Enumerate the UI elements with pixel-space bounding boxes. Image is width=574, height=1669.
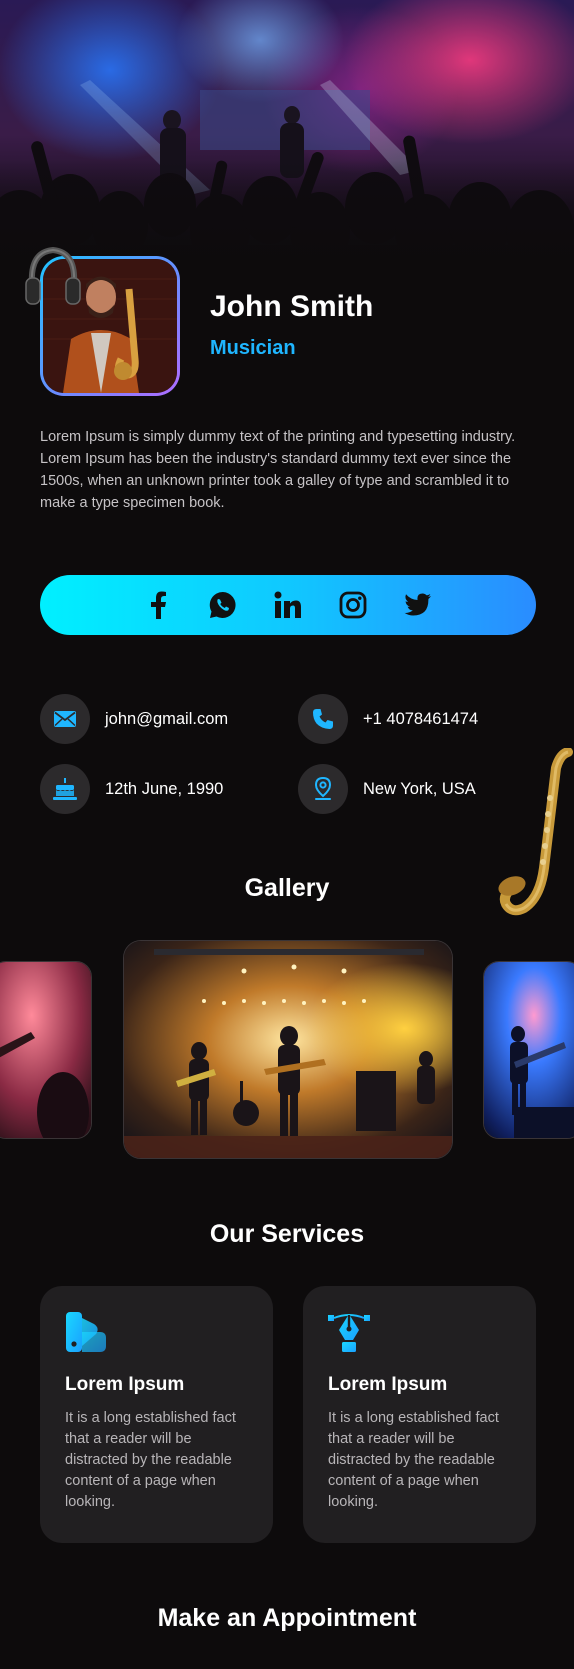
headphones-icon: [25, 246, 81, 305]
cake-icon: [40, 764, 90, 814]
profile-role: Musician: [210, 337, 296, 359]
contact-birthday: 12th June, 1990: [40, 764, 223, 814]
services-title: Our Services: [209, 1220, 365, 1248]
location-pin-icon: [298, 764, 348, 814]
service-card[interactable]: Lorem Ipsum It is a long established fac…: [40, 1286, 273, 1543]
facebook-icon[interactable]: [141, 588, 176, 623]
whatsapp-icon[interactable]: [206, 588, 241, 623]
linkedin-icon[interactable]: [271, 588, 306, 623]
social-bar: [40, 575, 536, 635]
service-description: It is a long established fact that a rea…: [328, 1410, 499, 1510]
profile-name: John Smith: [210, 290, 374, 323]
phone-icon: [298, 694, 348, 744]
service-description: It is a long established fact that a rea…: [65, 1410, 236, 1510]
palette-icon: [66, 1312, 106, 1352]
service-card[interactable]: Lorem Ipsum It is a long established fac…: [303, 1286, 536, 1543]
appointment-title: Make an Appointment: [157, 1604, 417, 1632]
birthday-text: 12th June, 1990: [105, 779, 224, 798]
service-title: Lorem Ipsum: [328, 1374, 448, 1395]
pen-tool-icon: [328, 1314, 370, 1352]
twitter-icon[interactable]: [401, 588, 436, 623]
gallery-title: Gallery: [244, 874, 330, 902]
gallery-image-right[interactable]: [483, 961, 574, 1139]
instagram-icon[interactable]: [336, 588, 371, 623]
gallery-image-left[interactable]: [0, 961, 92, 1139]
phone-text: +1 4078461474: [363, 709, 479, 728]
profile-bio: Lorem Ipsum is simply dummy text of the …: [40, 429, 516, 511]
hero-banner: [0, 0, 574, 300]
service-title: Lorem Ipsum: [65, 1374, 185, 1395]
contact-phone[interactable]: +1 4078461474: [298, 694, 478, 744]
email-icon: [40, 694, 90, 744]
gallery-image-center[interactable]: [123, 940, 453, 1159]
contact-email[interactable]: john@gmail.com: [40, 694, 228, 744]
email-text: john@gmail.com: [105, 709, 229, 728]
contact-location: New York, USA: [298, 764, 476, 814]
location-text: New York, USA: [363, 779, 476, 798]
